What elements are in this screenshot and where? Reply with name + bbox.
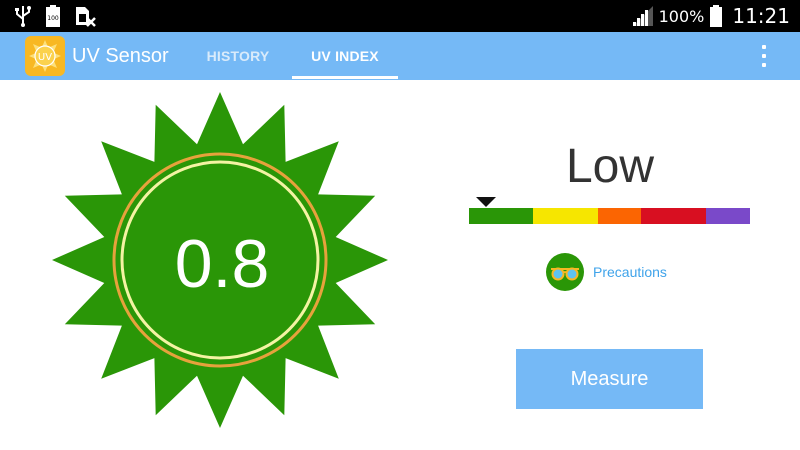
- scale-segment-very-high: [641, 208, 706, 224]
- notification-icons: 100: [14, 5, 96, 27]
- signal-bars-icon: [632, 6, 653, 26]
- system-indicators: 100% 11:21: [632, 0, 790, 32]
- sunglasses-icon: [546, 253, 584, 291]
- scale-segment-high: [598, 208, 641, 224]
- measure-button[interactable]: Measure: [516, 349, 703, 409]
- svg-text:100: 100: [47, 15, 59, 22]
- scale-segment-extreme: [706, 208, 750, 224]
- tab-selected-indicator: [292, 76, 398, 79]
- tab-history[interactable]: HISTORY: [196, 32, 280, 80]
- scale-segment-moderate: [533, 208, 598, 224]
- scale-segment-low: [469, 208, 533, 224]
- uv-index-value: 0.8: [174, 226, 270, 302]
- battery-icon: [710, 5, 723, 27]
- scale-pointer-icon: [475, 197, 496, 207]
- app-bar: UV UV Sensor HISTORY UV INDEX: [0, 32, 800, 80]
- status-bar: 100 100% 11:21: [0, 0, 800, 32]
- sun-logo-icon[interactable]: UV: [25, 36, 65, 76]
- tab-uv-index[interactable]: UV INDEX: [292, 32, 398, 80]
- logo-text: UV: [38, 52, 52, 63]
- uv-level-label: Low: [565, 140, 655, 193]
- sim-off-icon: [76, 7, 96, 27]
- precautions-label[interactable]: Precautions: [593, 264, 667, 280]
- clock: 11:21: [732, 4, 790, 28]
- uv-scale-bar: [469, 208, 750, 224]
- battery-100-icon: 100: [46, 5, 60, 27]
- overflow-menu-icon[interactable]: [752, 40, 776, 72]
- usb-icon: [15, 6, 31, 27]
- app-title: UV Sensor: [72, 45, 169, 67]
- precautions-link[interactable]: Precautions: [545, 252, 667, 292]
- battery-percent: 100%: [658, 6, 705, 26]
